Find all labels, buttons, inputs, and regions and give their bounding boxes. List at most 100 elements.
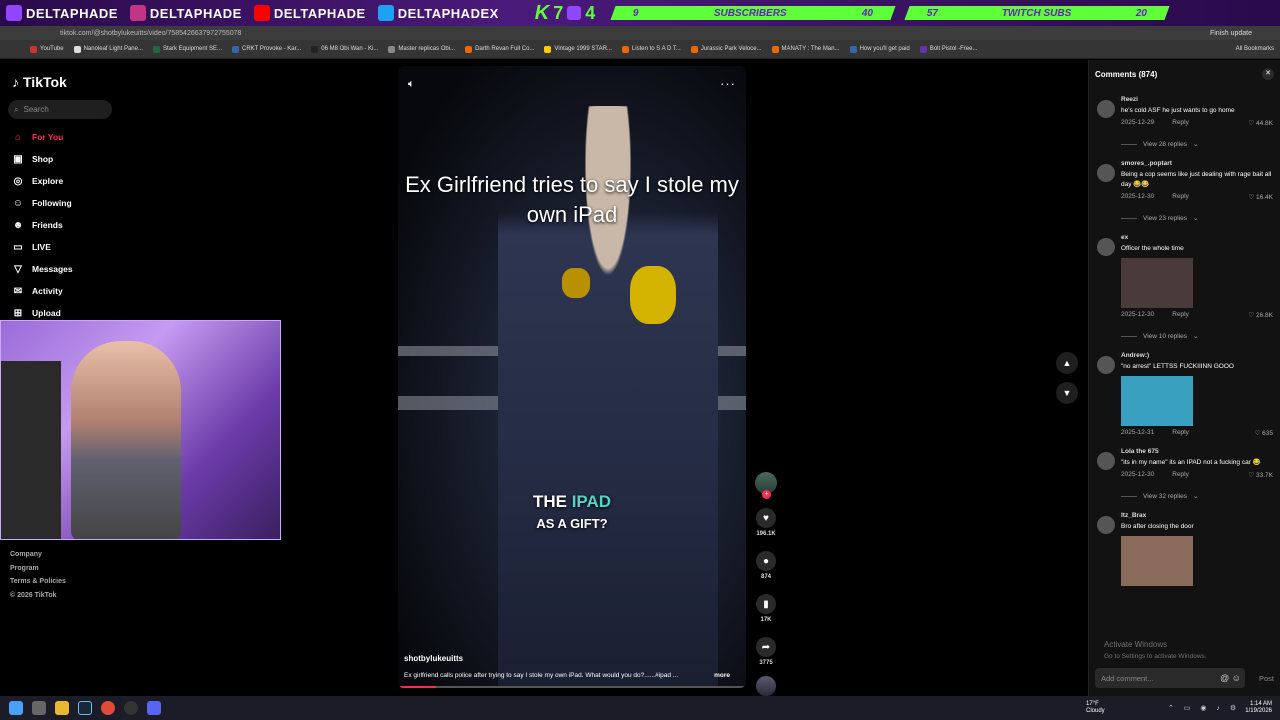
all-bookmarks-button[interactable]: All Bookmarks — [1236, 46, 1274, 52]
bookmark[interactable]: Vintage 1999 STAR... — [544, 45, 612, 53]
comment-image[interactable] — [1121, 536, 1193, 586]
weather-widget[interactable]: 17°F Cloudy — [1086, 701, 1105, 715]
bookmark[interactable]: Stark Equipment SE... — [152, 45, 222, 53]
bookmark[interactable]: Nanoleaf Light Pane... — [73, 45, 143, 53]
view-replies-button[interactable]: View 32 replies ⌄ — [1121, 492, 1277, 501]
footer-link-terms[interactable]: Terms & Policies — [10, 575, 66, 589]
bookmark[interactable]: Master replicas Obi... — [388, 45, 455, 53]
reply-button[interactable]: Reply — [1172, 193, 1189, 200]
commenter-avatar[interactable] — [1097, 164, 1115, 182]
comment-username[interactable]: smores_.poptart — [1121, 160, 1277, 167]
search-icon: ⌕ — [14, 104, 19, 114]
comment-likes[interactable]: ♡ 26.8K — [1248, 311, 1273, 319]
comment-button[interactable]: ● — [756, 551, 776, 571]
commenter-avatar[interactable] — [1097, 100, 1115, 118]
commenter-avatar[interactable] — [1097, 356, 1115, 374]
bookmark[interactable]: CRKT Provoke - Kar... — [232, 45, 301, 53]
bookmark[interactable]: Jurassic Park Veloce... — [690, 45, 762, 53]
previous-video-button[interactable]: ▲ — [1056, 352, 1078, 374]
video-player[interactable]: 🔈︎ ··· Ex Girlfriend tries to say I stol… — [398, 66, 746, 688]
comment-username[interactable]: Reezi — [1121, 96, 1277, 103]
view-replies-button[interactable]: View 10 replies ⌄ — [1121, 332, 1277, 341]
chevron-down-icon: ⌄ — [1192, 215, 1199, 222]
bookmark[interactable]: MANATY : The Man... — [771, 45, 840, 53]
close-icon[interactable]: ✕ — [1262, 68, 1274, 80]
more-link[interactable]: more — [714, 672, 730, 679]
bookmark[interactable]: Darth Revan Full Co... — [465, 45, 534, 53]
reply-button[interactable]: Reply — [1172, 429, 1189, 436]
reply-button[interactable]: Reply — [1172, 311, 1189, 318]
bookmark[interactable]: 06 M8 Obi Wan - Ki... — [311, 45, 378, 53]
comment-username[interactable]: Andrew:) — [1121, 352, 1277, 359]
social-handle: DELTAPHADE — [149, 5, 242, 21]
sidebar-item-following[interactable]: ☺ Following — [12, 192, 73, 214]
sidebar-item-explore[interactable]: ◎ Explore — [12, 170, 73, 192]
comment-likes[interactable]: ♡ 16.4K — [1248, 193, 1273, 201]
discord-icon[interactable] — [147, 701, 161, 715]
activate-windows-subtitle: Go to Settings to activate Windows. — [1104, 653, 1207, 660]
like-button[interactable]: ♥ — [756, 508, 776, 528]
comment-username[interactable]: ex — [1121, 234, 1277, 241]
bookmark[interactable]: How you'll get paid — [849, 45, 910, 53]
obs-icon[interactable] — [124, 701, 138, 715]
comment-likes[interactable]: ♡ 33.7K — [1248, 471, 1273, 479]
search-input[interactable]: ⌕ Search — [8, 100, 112, 119]
comment-username[interactable]: Lola the 675 — [1121, 448, 1277, 455]
sidebar-item-for-you[interactable]: ⌂ For You — [12, 126, 73, 148]
next-video-button[interactable]: ▼ — [1056, 382, 1078, 404]
sound-avatar[interactable] — [756, 676, 776, 696]
reply-button[interactable]: Reply — [1172, 119, 1189, 126]
footer-link-company[interactable]: Company — [10, 548, 66, 562]
comment-likes[interactable]: ♡ 44.8K — [1248, 119, 1273, 127]
task-view-icon[interactable] — [32, 701, 46, 715]
commenter-avatar[interactable] — [1097, 452, 1115, 470]
system-tray[interactable]: ⌃ ▭ ◉ ♪ ⚙ — [1168, 704, 1240, 712]
address-bar[interactable]: tiktok.com/@shotbylukeuitts/video/758542… — [0, 26, 1280, 40]
url-text: tiktok.com/@shotbylukeuitts/video/758542… — [60, 29, 242, 37]
add-comment-input[interactable]: Add comment... @ ☺ — [1095, 668, 1245, 688]
volume-icon[interactable]: 🔈︎ — [408, 78, 415, 91]
file-explorer-icon[interactable] — [55, 701, 69, 715]
system-clock[interactable]: 1:14 AM 1/19/2026 — [1245, 701, 1272, 715]
bookmark-icon — [73, 45, 81, 53]
sidebar-item-activity[interactable]: ✉ Activity — [12, 280, 73, 302]
comment-likes[interactable]: ♡ 635 — [1255, 429, 1274, 437]
reply-button[interactable]: Reply — [1172, 471, 1189, 478]
bookmark-label: Nanoleaf Light Pane... — [83, 46, 143, 52]
commenter-avatar[interactable] — [1097, 238, 1115, 256]
comment-image[interactable] — [1121, 258, 1193, 308]
tiktok-logo[interactable]: ♪ TikTok — [12, 74, 67, 90]
chrome-icon[interactable] — [101, 701, 115, 715]
windows-start-icon[interactable] — [9, 701, 23, 715]
view-replies-button[interactable]: View 28 replies ⌄ — [1121, 140, 1277, 149]
mention-emoji-icons[interactable]: @ ☺ — [1220, 673, 1241, 683]
view-replies-button[interactable]: View 23 replies ⌄ — [1121, 214, 1277, 223]
sidebar-item-live[interactable]: ▭ LIVE — [12, 236, 73, 258]
author-avatar[interactable]: + — [755, 472, 777, 499]
twitch-subs-label: TWITCH SUBS — [1002, 7, 1072, 19]
video-author[interactable]: shotbylukeuitts — [404, 654, 463, 663]
finish-update-button[interactable]: Finish update — [1210, 30, 1252, 37]
comment-count: 874 — [760, 574, 771, 580]
share-button[interactable]: ➦ — [756, 637, 776, 657]
commenter-avatar[interactable] — [1097, 516, 1115, 534]
footer-link-program[interactable]: Program — [10, 562, 66, 576]
streamer — [71, 341, 181, 539]
bookmark[interactable]: Listen to S A D T... — [621, 45, 681, 53]
bookmark-icon — [919, 45, 927, 53]
follow-plus-icon[interactable]: + — [762, 490, 771, 499]
sidebar-item-shop[interactable]: ▣ Shop — [12, 148, 73, 170]
more-options-icon[interactable]: ··· — [720, 76, 736, 91]
save-button[interactable]: ▮ — [756, 594, 776, 614]
twitch-icon — [567, 6, 582, 20]
steam-icon[interactable] — [78, 701, 92, 715]
sidebar-item-messages[interactable]: ▽ Messages — [12, 258, 73, 280]
sidebar-item-friends[interactable]: ☻ Friends — [12, 214, 73, 236]
comment-username[interactable]: Itz_Brax — [1121, 512, 1277, 519]
video-progress-bar[interactable] — [398, 686, 746, 688]
comment-image[interactable] — [1121, 376, 1193, 426]
bookmarks-bar: YouTube Nanoleaf Light Pane... Stark Equ… — [0, 40, 1280, 59]
bookmark[interactable]: YouTube — [30, 45, 64, 53]
bookmark[interactable]: Bolt Pistol -Free... — [919, 45, 977, 53]
post-button[interactable]: Post — [1259, 674, 1274, 683]
